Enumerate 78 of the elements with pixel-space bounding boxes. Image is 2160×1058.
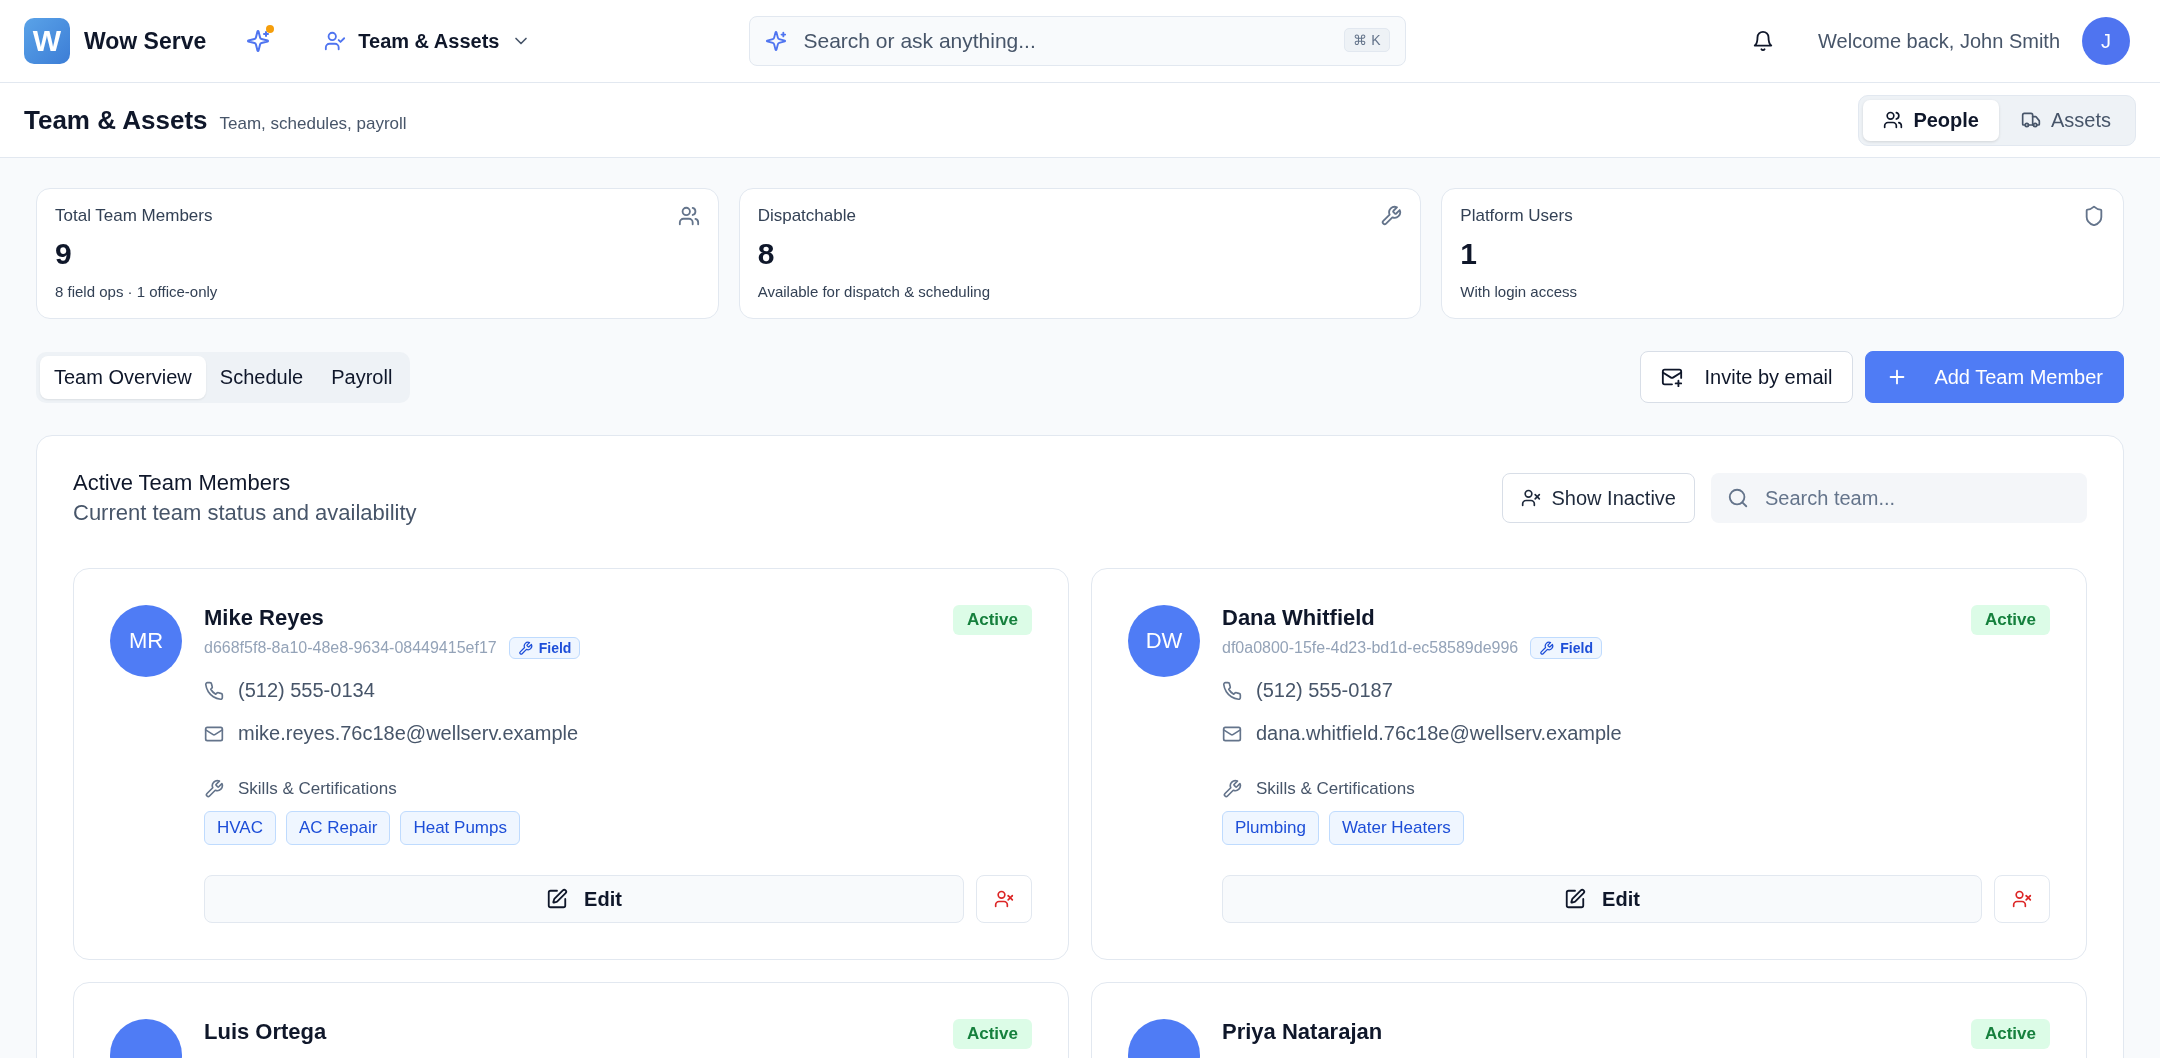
sparkle-icon: [764, 30, 787, 52]
status-badge: Active: [952, 605, 1032, 635]
view-tab[interactable]: People: [1863, 99, 1999, 141]
users-icon: [677, 205, 700, 227]
panel-title: Active Team Members: [73, 470, 292, 496]
tab[interactable]: Payroll: [317, 355, 407, 399]
app-logo: W: [24, 18, 70, 64]
tab[interactable]: Schedule: [205, 355, 318, 399]
user-avatar[interactable]: J: [2082, 17, 2130, 65]
skills-label: Skills & Certifications: [1256, 779, 1415, 799]
section-menu-button[interactable]: Team & Assets: [318, 23, 538, 59]
tab[interactable]: Team Overview: [40, 355, 206, 399]
skill-tag: Plumbing: [1222, 811, 1319, 845]
deactivate-button[interactable]: [976, 875, 1032, 923]
status-badge: Active: [952, 1019, 1032, 1049]
user-x-icon: [1521, 488, 1542, 508]
panel-subtitle: Current team status and availability: [73, 500, 417, 526]
page-title: Team & Assets: [24, 104, 208, 136]
wrench-icon: [204, 779, 224, 799]
member-name: Luis Ortega: [204, 1019, 327, 1045]
skill-tag: Heat Pumps: [400, 811, 520, 845]
team-search-field[interactable]: Search team...: [1711, 473, 2087, 523]
search-icon: [1727, 487, 1749, 509]
wrench-icon: [517, 640, 533, 656]
page-subtitle: Team, schedules, payroll: [219, 113, 407, 134]
stat-label: Dispatchable: [757, 206, 856, 226]
shield-icon: [2083, 205, 2105, 227]
role-badge: Field: [1530, 637, 1602, 659]
skill-tag: Water Heaters: [1328, 811, 1464, 845]
user-check-icon: [324, 30, 347, 52]
stat-value: 1: [1460, 237, 1478, 271]
stat-note: With login access: [1460, 283, 1579, 300]
stat-value: 9: [55, 237, 73, 271]
stat-value: 8: [757, 237, 776, 271]
phone-icon: [1222, 680, 1242, 701]
member-name: Mike Reyes: [204, 605, 325, 631]
phone-number: (512) 555-0134: [238, 679, 375, 702]
sparkle-icon: [246, 29, 271, 53]
wrench-icon: [1539, 640, 1555, 656]
member-id: df0a0800-15fe-4d23-bd1d-ec58589de996: [1222, 639, 1519, 657]
stat-label: Total Team Members: [55, 206, 213, 226]
stat-note: Available for dispatch & scheduling: [757, 283, 992, 300]
member-name: Dana Whitfield: [1222, 605, 1376, 631]
skill-tag: HVAC: [204, 811, 276, 845]
skills-label: Skills & Certifications: [238, 779, 397, 799]
edit-button[interactable]: Edit: [1222, 875, 1982, 923]
deactivate-button[interactable]: [1994, 875, 2050, 923]
add-button[interactable]: Add Team Member: [1865, 351, 2124, 403]
avatar-circle: MR: [110, 605, 182, 677]
mail-plus-icon: [1660, 366, 1683, 388]
member-name: Priya Natarajan: [1222, 1019, 1383, 1045]
app-name: Wow Serve: [84, 27, 207, 55]
member-id: d668f5f8-8a10-48e8-9634-08449415ef17: [204, 639, 497, 657]
user-x-icon: [994, 889, 1014, 909]
avatar-circle: DW: [1128, 605, 1200, 677]
email-address: dana.whitfield.76c18e@wellserv.example: [1256, 722, 1622, 745]
stat-note: 8 field ops · 1 office-only: [55, 283, 219, 300]
status-badge: Active: [1970, 1019, 2050, 1049]
wrench-icon: [1222, 779, 1242, 799]
edit-button[interactable]: Edit: [204, 875, 964, 923]
pencil-icon: [546, 888, 569, 910]
role-badge: Field: [508, 637, 581, 659]
email-address: mike.reyes.76c18e@wellserv.example: [238, 722, 579, 745]
users-icon: [1883, 110, 1904, 130]
view-tab[interactable]: Assets: [2000, 99, 2131, 141]
skill-tag: AC Repair: [286, 811, 391, 845]
pencil-icon: [1564, 888, 1587, 910]
wrench-icon: [1380, 205, 1403, 227]
invite-button[interactable]: Invite by email: [1639, 351, 1854, 403]
bell-icon: [1752, 30, 1775, 52]
user-x-icon: [2012, 889, 2032, 909]
welcome-text: Welcome back, John Smith: [1818, 29, 2060, 53]
truck-icon: [2020, 110, 2041, 130]
status-badge: Active: [1970, 605, 2050, 635]
phone-number: (512) 555-0187: [1256, 679, 1393, 702]
keyboard-shortcut: ⌘ K: [1344, 28, 1390, 52]
stat-label: Platform Users: [1460, 206, 1573, 226]
phone-icon: [204, 680, 224, 701]
